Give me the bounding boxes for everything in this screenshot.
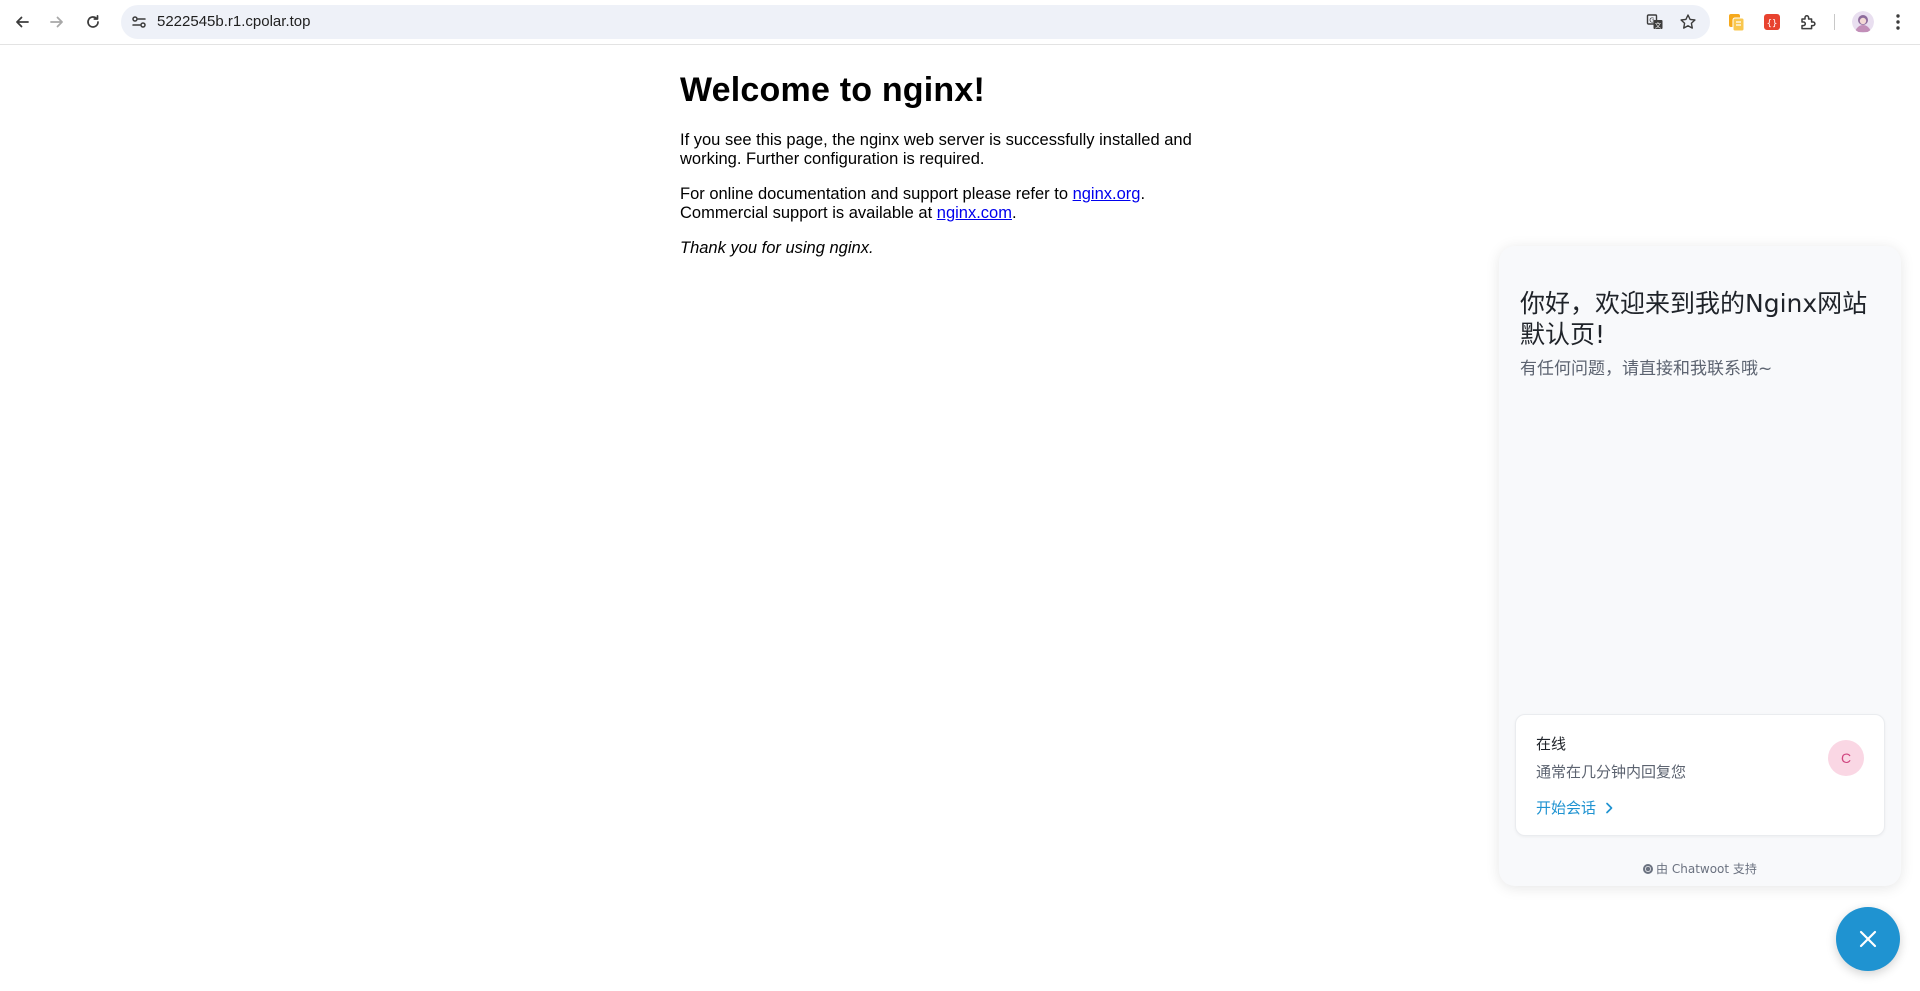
forward-arrow-icon	[50, 16, 63, 28]
start-conversation-button[interactable]: 开始会话	[1536, 797, 1614, 818]
translate-icon[interactable]: G 文	[1646, 13, 1664, 31]
forward-button[interactable]	[44, 9, 70, 35]
chevron-right-icon	[1606, 802, 1613, 813]
svg-text:文: 文	[1655, 21, 1662, 30]
nginx-com-link[interactable]: nginx.com	[937, 204, 1012, 222]
extension-copy-icon[interactable]	[1725, 11, 1747, 33]
docs-text: For online documentation and support ple…	[680, 185, 1073, 203]
docs-period: .	[1140, 185, 1146, 203]
powered-by-text: 由 Chatwoot 支持	[1656, 862, 1757, 876]
chat-welcome-title: 你好，欢迎来到我的Nginx网站默认页!	[1520, 289, 1868, 349]
chat-availability-card: 在线 通常在几分钟内回复您 开始会话 C	[1515, 714, 1885, 836]
chat-widget-panel: 你好，欢迎来到我的Nginx网站默认页! 有任何问题，请直接和我联系哦~ 在线 …	[1499, 246, 1901, 886]
back-button[interactable]	[9, 9, 35, 35]
chat-close-button[interactable]	[1836, 907, 1900, 971]
svg-text:{}: {}	[1767, 19, 1778, 29]
docs-paragraph: For online documentation and support ple…	[680, 185, 1220, 223]
close-icon	[1859, 930, 1877, 948]
start-conversation-label: 开始会话	[1536, 799, 1597, 817]
chatwoot-logo-icon	[1643, 863, 1654, 874]
nginx-org-link[interactable]: nginx.org	[1073, 185, 1141, 203]
agent-avatar: C	[1828, 740, 1864, 776]
powered-by-footer[interactable]: 由 Chatwoot 支持	[1499, 860, 1901, 877]
online-status: 在线	[1536, 735, 1567, 753]
back-arrow-icon	[16, 16, 29, 28]
address-bar[interactable]: 5222545b.r1.cpolar.top G 文	[121, 5, 1710, 39]
toolbar-separator	[1834, 14, 1835, 30]
intro-text: If you see this page, the nginx web serv…	[680, 131, 1192, 168]
kebab-menu-icon[interactable]	[1887, 11, 1909, 33]
reload-button[interactable]	[80, 9, 106, 35]
reply-time-text: 通常在几分钟内回复您	[1536, 763, 1687, 781]
star-icon[interactable]	[1679, 13, 1697, 31]
reload-icon	[87, 14, 99, 28]
chat-welcome-subtitle: 有任何问题，请直接和我联系哦~	[1520, 359, 1773, 379]
intro-paragraph: If you see this page, the nginx web serv…	[680, 131, 1220, 169]
browser-toolbar: 5222545b.r1.cpolar.top G 文 {}	[0, 0, 1920, 45]
page-heading: Welcome to nginx!	[680, 71, 986, 109]
nginx-content: Welcome to nginx! If you see this page, …	[680, 58, 1220, 274]
site-settings-icon[interactable]	[130, 13, 148, 31]
url-text[interactable]: 5222545b.r1.cpolar.top	[157, 13, 310, 31]
commercial-text: Commercial support is available at	[680, 204, 937, 222]
profile-avatar-icon[interactable]	[1852, 11, 1874, 33]
thanks-paragraph: Thank you for using nginx.	[680, 239, 1220, 258]
extension-red-icon[interactable]: {}	[1761, 11, 1783, 33]
thanks-text: Thank you for using nginx.	[680, 239, 874, 257]
puzzle-icon[interactable]	[1797, 11, 1819, 33]
commercial-period: .	[1011, 204, 1017, 222]
